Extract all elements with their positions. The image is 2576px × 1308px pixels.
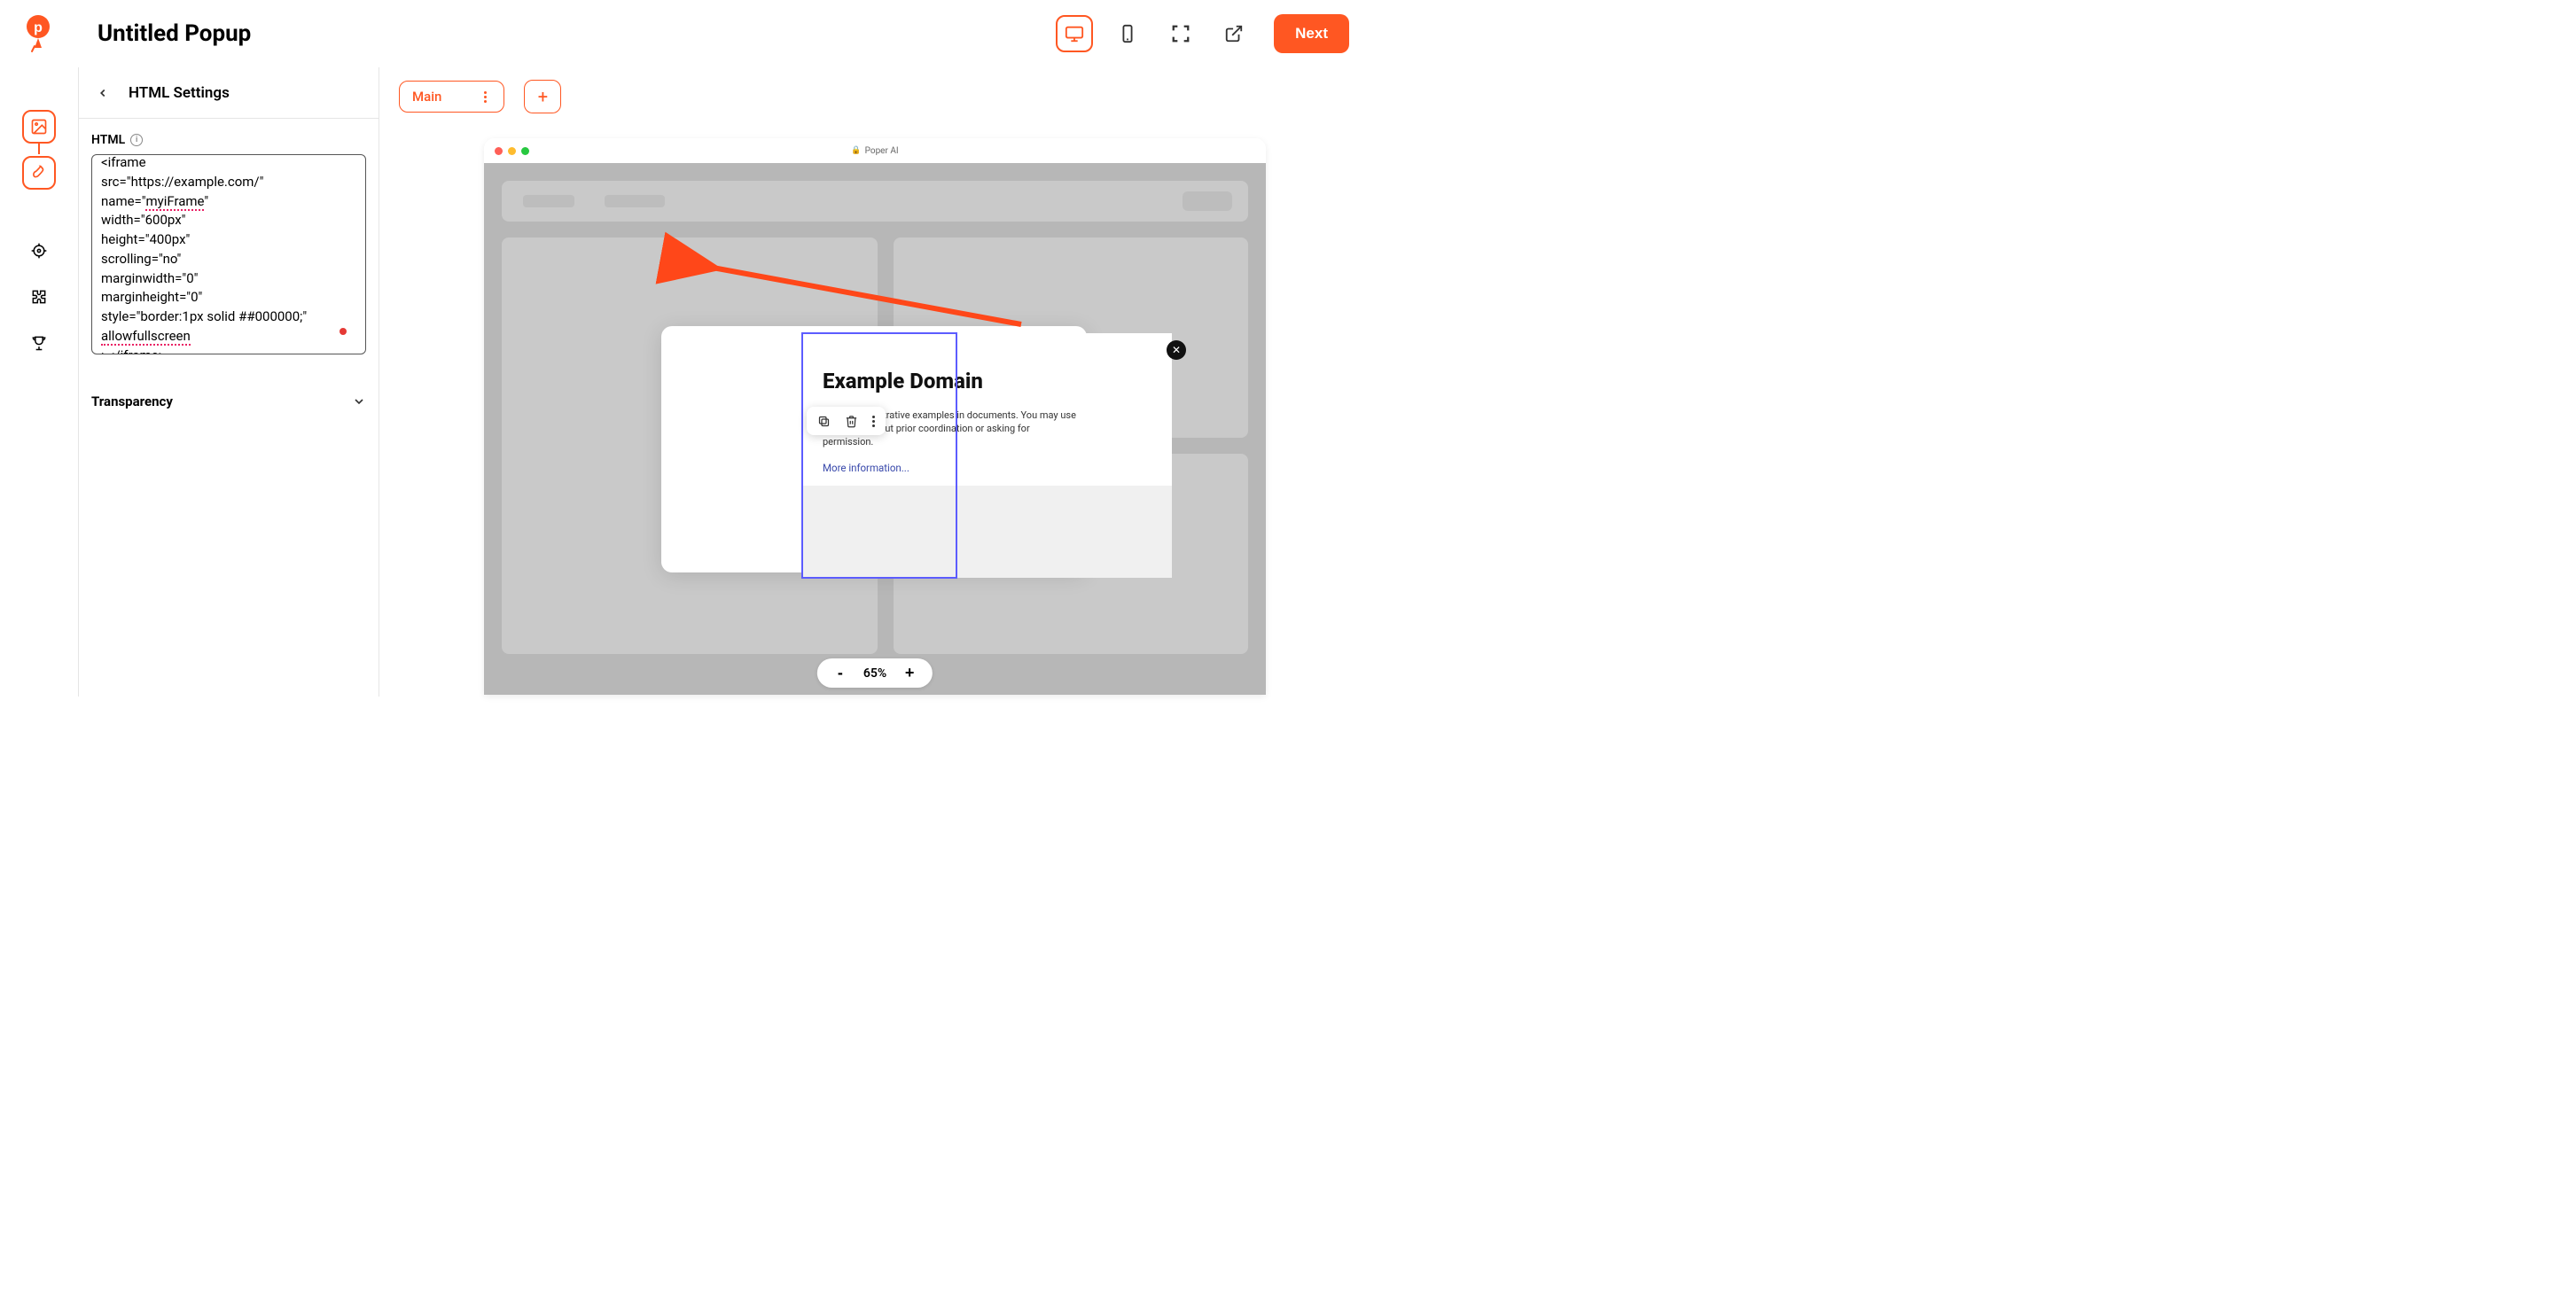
next-button[interactable]: Next — [1274, 14, 1349, 53]
grammarly-dot-icon — [340, 328, 347, 335]
app-header: p Untitled Popup Next — [0, 0, 1370, 67]
popup-close-button[interactable]: ✕ — [1167, 340, 1186, 360]
svg-text:p: p — [34, 20, 43, 35]
left-rail — [0, 67, 78, 697]
rail-brush-icon[interactable] — [22, 156, 56, 190]
add-step-button[interactable]: + — [524, 80, 561, 113]
rail-trophy-icon[interactable] — [22, 326, 56, 360]
html-textarea[interactable]: <iframesrc="https://example.com/"name="m… — [91, 154, 366, 354]
browser-viewport[interactable]: ✕ Example Domain for use in illustrative… — [484, 163, 1266, 695]
transparency-label: Transparency — [91, 393, 173, 409]
lock-icon: 🔒 — [851, 146, 861, 155]
panel-header: HTML Settings — [79, 67, 379, 119]
browser-url: 🔒 Poper AI — [851, 146, 898, 156]
info-icon[interactable]: i — [130, 134, 143, 146]
browser-url-text: Poper AI — [865, 146, 899, 156]
traffic-yellow-icon — [508, 147, 516, 155]
zoom-out-button[interactable]: - — [833, 664, 847, 682]
step-more-icon[interactable] — [479, 91, 491, 103]
toolbar-more-icon[interactable] — [872, 416, 875, 427]
mobile-view-button[interactable] — [1109, 15, 1146, 52]
steps-row: Main + — [399, 78, 1351, 115]
zoom-value: 65% — [863, 666, 886, 681]
settings-panel: HTML Settings HTML i <iframesrc="https:/… — [78, 67, 379, 697]
rail-puzzle-icon[interactable] — [22, 280, 56, 314]
skeleton-navbar — [502, 181, 1248, 222]
traffic-lights — [495, 147, 529, 155]
traffic-red-icon — [495, 147, 503, 155]
step-main[interactable]: Main — [399, 81, 504, 113]
app-logo: p — [21, 14, 55, 53]
back-button[interactable] — [90, 80, 116, 106]
copy-icon[interactable] — [817, 415, 831, 428]
element-selection-box[interactable] — [801, 332, 957, 579]
panel-title: HTML Settings — [129, 84, 230, 102]
browser-titlebar: 🔒 Poper AI — [484, 138, 1266, 163]
rail-image-icon[interactable] — [22, 110, 56, 144]
html-field-label: HTML i — [91, 133, 366, 147]
page-title[interactable]: Untitled Popup — [98, 20, 251, 47]
header-controls: Next — [1056, 14, 1349, 53]
trash-icon[interactable] — [845, 415, 858, 428]
canvas-area: Main + 🔒 Poper AI — [379, 67, 1370, 697]
zoom-controls: - 65% + — [817, 658, 933, 688]
html-label-text: HTML — [91, 133, 125, 147]
zoom-in-button[interactable]: + — [902, 664, 917, 682]
transparency-section[interactable]: Transparency — [91, 378, 366, 418]
step-main-label: Main — [412, 89, 441, 105]
element-toolbar — [807, 407, 886, 435]
chevron-down-icon — [352, 394, 366, 409]
browser-preview: 🔒 Poper AI — [484, 138, 1266, 695]
rail-target-icon[interactable] — [22, 234, 56, 268]
traffic-green-icon — [521, 147, 529, 155]
desktop-view-button[interactable] — [1056, 15, 1093, 52]
external-link-button[interactable] — [1215, 15, 1253, 52]
fullscreen-button[interactable] — [1162, 15, 1199, 52]
